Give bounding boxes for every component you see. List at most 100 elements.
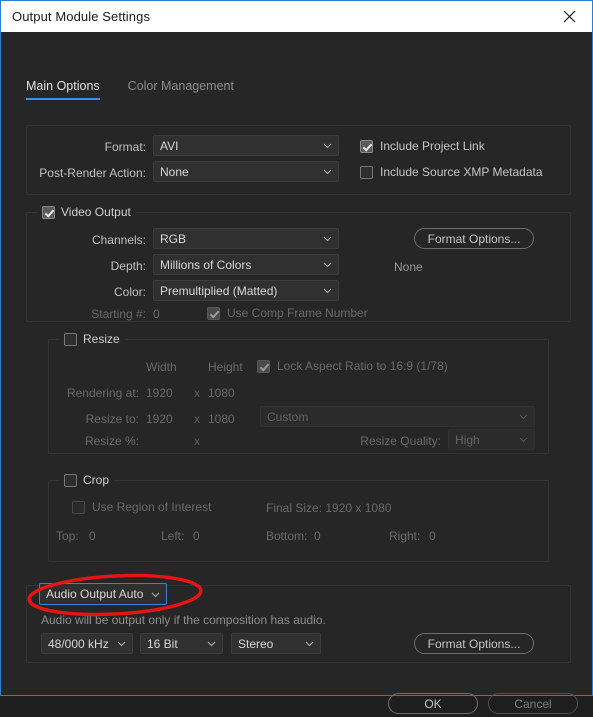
include-project-link-label: Include Project Link xyxy=(380,139,485,153)
resize-checkbox[interactable] xyxy=(64,332,77,346)
audio-sample-rate-select[interactable]: 48/000 kHz xyxy=(41,633,133,654)
lock-aspect-ratio-label: Lock Aspect Ratio to 16:9 (1/78) xyxy=(277,359,448,373)
audio-sample-rate-value: 48/000 kHz xyxy=(48,636,109,651)
depth-select[interactable]: Millions of Colors xyxy=(153,254,339,275)
lock-aspect-ratio-row[interactable]: Lock Aspect Ratio to 16:9 (1/78) xyxy=(257,359,448,373)
resize-to-height[interactable]: 1080 xyxy=(208,412,235,426)
include-source-xmp-metadata-row[interactable]: Include Source XMP Metadata xyxy=(360,165,543,179)
channels-value: RGB xyxy=(160,231,187,246)
use-region-of-interest-label: Use Region of Interest xyxy=(92,500,212,514)
rendering-at-x-separator: x xyxy=(194,386,200,400)
crop-legend[interactable]: Crop xyxy=(59,473,115,487)
crop-right-label: Right: xyxy=(389,529,421,543)
audio-bit-depth-value: 16 Bit xyxy=(147,636,178,651)
crop-panel: Crop xyxy=(48,473,549,562)
starting-number-label: Starting #: xyxy=(91,307,146,321)
resize-preset-value: Custom xyxy=(267,409,309,424)
resize-percent-label: Resize %: xyxy=(84,434,139,448)
resize-to-label: Resize to: xyxy=(85,412,139,426)
use-comp-frame-number-checkbox[interactable] xyxy=(207,306,220,320)
crop-left-label: Left: xyxy=(161,529,185,543)
starting-number-value[interactable]: 0 xyxy=(153,307,160,321)
include-source-xmp-metadata-label: Include Source XMP Metadata xyxy=(380,165,543,179)
chevron-down-icon xyxy=(207,639,216,648)
cancel-button[interactable]: Cancel xyxy=(488,693,578,714)
resize-percent-x-separator: x xyxy=(194,434,200,448)
format-label: Format: xyxy=(104,140,146,154)
chevron-down-icon xyxy=(519,412,528,421)
crop-checkbox[interactable] xyxy=(64,473,77,487)
tab-color-management[interactable]: Color Management xyxy=(128,79,234,100)
chevron-down-icon xyxy=(323,167,332,176)
chevron-down-icon xyxy=(323,141,332,150)
use-comp-frame-number-label: Use Comp Frame Number xyxy=(227,306,368,320)
audio-output-mode-select[interactable]: Audio Output Auto xyxy=(39,583,167,605)
tab-main-options[interactable]: Main Options xyxy=(26,79,100,100)
audio-output-note: Audio will be output only if the composi… xyxy=(41,613,326,627)
ok-button[interactable]: OK xyxy=(388,693,478,714)
color-value: Premultiplied (Matted) xyxy=(160,283,278,298)
audio-channels-value: Stereo xyxy=(238,636,274,651)
resize-quality-label: Resize Quality: xyxy=(360,434,441,448)
audio-channels-select[interactable]: Stereo xyxy=(231,633,321,654)
dialog-body: Main Options Color Management Format: AV… xyxy=(1,32,592,714)
resize-quality-select[interactable]: High xyxy=(448,429,535,450)
format-value: AVI xyxy=(160,138,179,153)
chevron-down-icon xyxy=(305,639,314,648)
crop-left-value[interactable]: 0 xyxy=(193,529,200,543)
resize-legend[interactable]: Resize xyxy=(59,332,125,346)
post-render-action-label: Post-Render Action: xyxy=(39,166,146,180)
crop-bottom-value[interactable]: 0 xyxy=(314,529,321,543)
video-output-legend-label: Video Output xyxy=(61,205,131,219)
lock-aspect-ratio-checkbox[interactable] xyxy=(257,359,270,373)
final-size-label: Final Size: 1920 x 1080 xyxy=(266,501,392,515)
resize-to-width[interactable]: 1920 xyxy=(146,412,173,426)
include-project-link-row[interactable]: Include Project Link xyxy=(360,139,485,153)
tab-bar: Main Options Color Management xyxy=(26,79,234,100)
close-icon[interactable] xyxy=(547,1,592,32)
rendering-at-height: 1080 xyxy=(208,386,235,400)
crop-right-value[interactable]: 0 xyxy=(429,529,436,543)
resize-preset-select[interactable]: Custom xyxy=(260,406,535,427)
chevron-down-icon xyxy=(151,590,160,599)
include-project-link-checkbox[interactable] xyxy=(360,139,373,153)
use-region-of-interest-checkbox[interactable] xyxy=(72,500,85,514)
chevron-down-icon xyxy=(323,260,332,269)
format-select[interactable]: AVI xyxy=(153,135,339,156)
video-format-options-button[interactable]: Format Options... xyxy=(414,228,534,249)
audio-output-mode-value: Audio Output Auto xyxy=(46,587,144,601)
rendering-at-label: Rendering at: xyxy=(66,386,139,400)
depth-label: Depth: xyxy=(110,259,146,273)
resize-legend-label: Resize xyxy=(83,332,120,346)
include-source-xmp-metadata-checkbox[interactable] xyxy=(360,165,373,179)
channels-label: Channels: xyxy=(91,233,146,247)
audio-format-options-button[interactable]: Format Options... xyxy=(414,633,534,654)
video-format-options-status: None xyxy=(394,260,423,274)
channels-select[interactable]: RGB xyxy=(153,228,339,249)
audio-bit-depth-select[interactable]: 16 Bit xyxy=(140,633,223,654)
rendering-at-width: 1920 xyxy=(146,386,173,400)
resize-to-x-separator: x xyxy=(194,412,200,426)
use-region-of-interest-row[interactable]: Use Region of Interest xyxy=(72,500,211,514)
post-render-action-value: None xyxy=(160,164,189,179)
chevron-down-icon xyxy=(117,639,126,648)
chevron-down-icon xyxy=(323,234,332,243)
chevron-down-icon xyxy=(519,435,528,444)
output-module-settings-dialog: Output Module Settings Main Options Colo… xyxy=(0,0,593,714)
depth-value: Millions of Colors xyxy=(160,257,252,272)
crop-legend-label: Crop xyxy=(83,473,110,487)
crop-top-label: Top: xyxy=(56,529,79,543)
resize-quality-value: High xyxy=(455,432,480,447)
title-bar: Output Module Settings xyxy=(1,1,592,32)
color-select[interactable]: Premultiplied (Matted) xyxy=(153,280,339,301)
post-render-action-select[interactable]: None xyxy=(153,161,339,182)
window-title: Output Module Settings xyxy=(12,9,151,24)
video-output-legend[interactable]: Video Output xyxy=(37,205,136,219)
crop-bottom-label: Bottom: xyxy=(266,529,308,543)
video-output-checkbox[interactable] xyxy=(42,205,55,219)
use-comp-frame-number-row[interactable]: Use Comp Frame Number xyxy=(207,306,368,320)
resize-height-header: Height xyxy=(208,360,243,374)
resize-width-header: Width xyxy=(146,360,177,374)
crop-top-value[interactable]: 0 xyxy=(89,529,96,543)
dialog-footer: OK Cancel xyxy=(1,693,593,717)
